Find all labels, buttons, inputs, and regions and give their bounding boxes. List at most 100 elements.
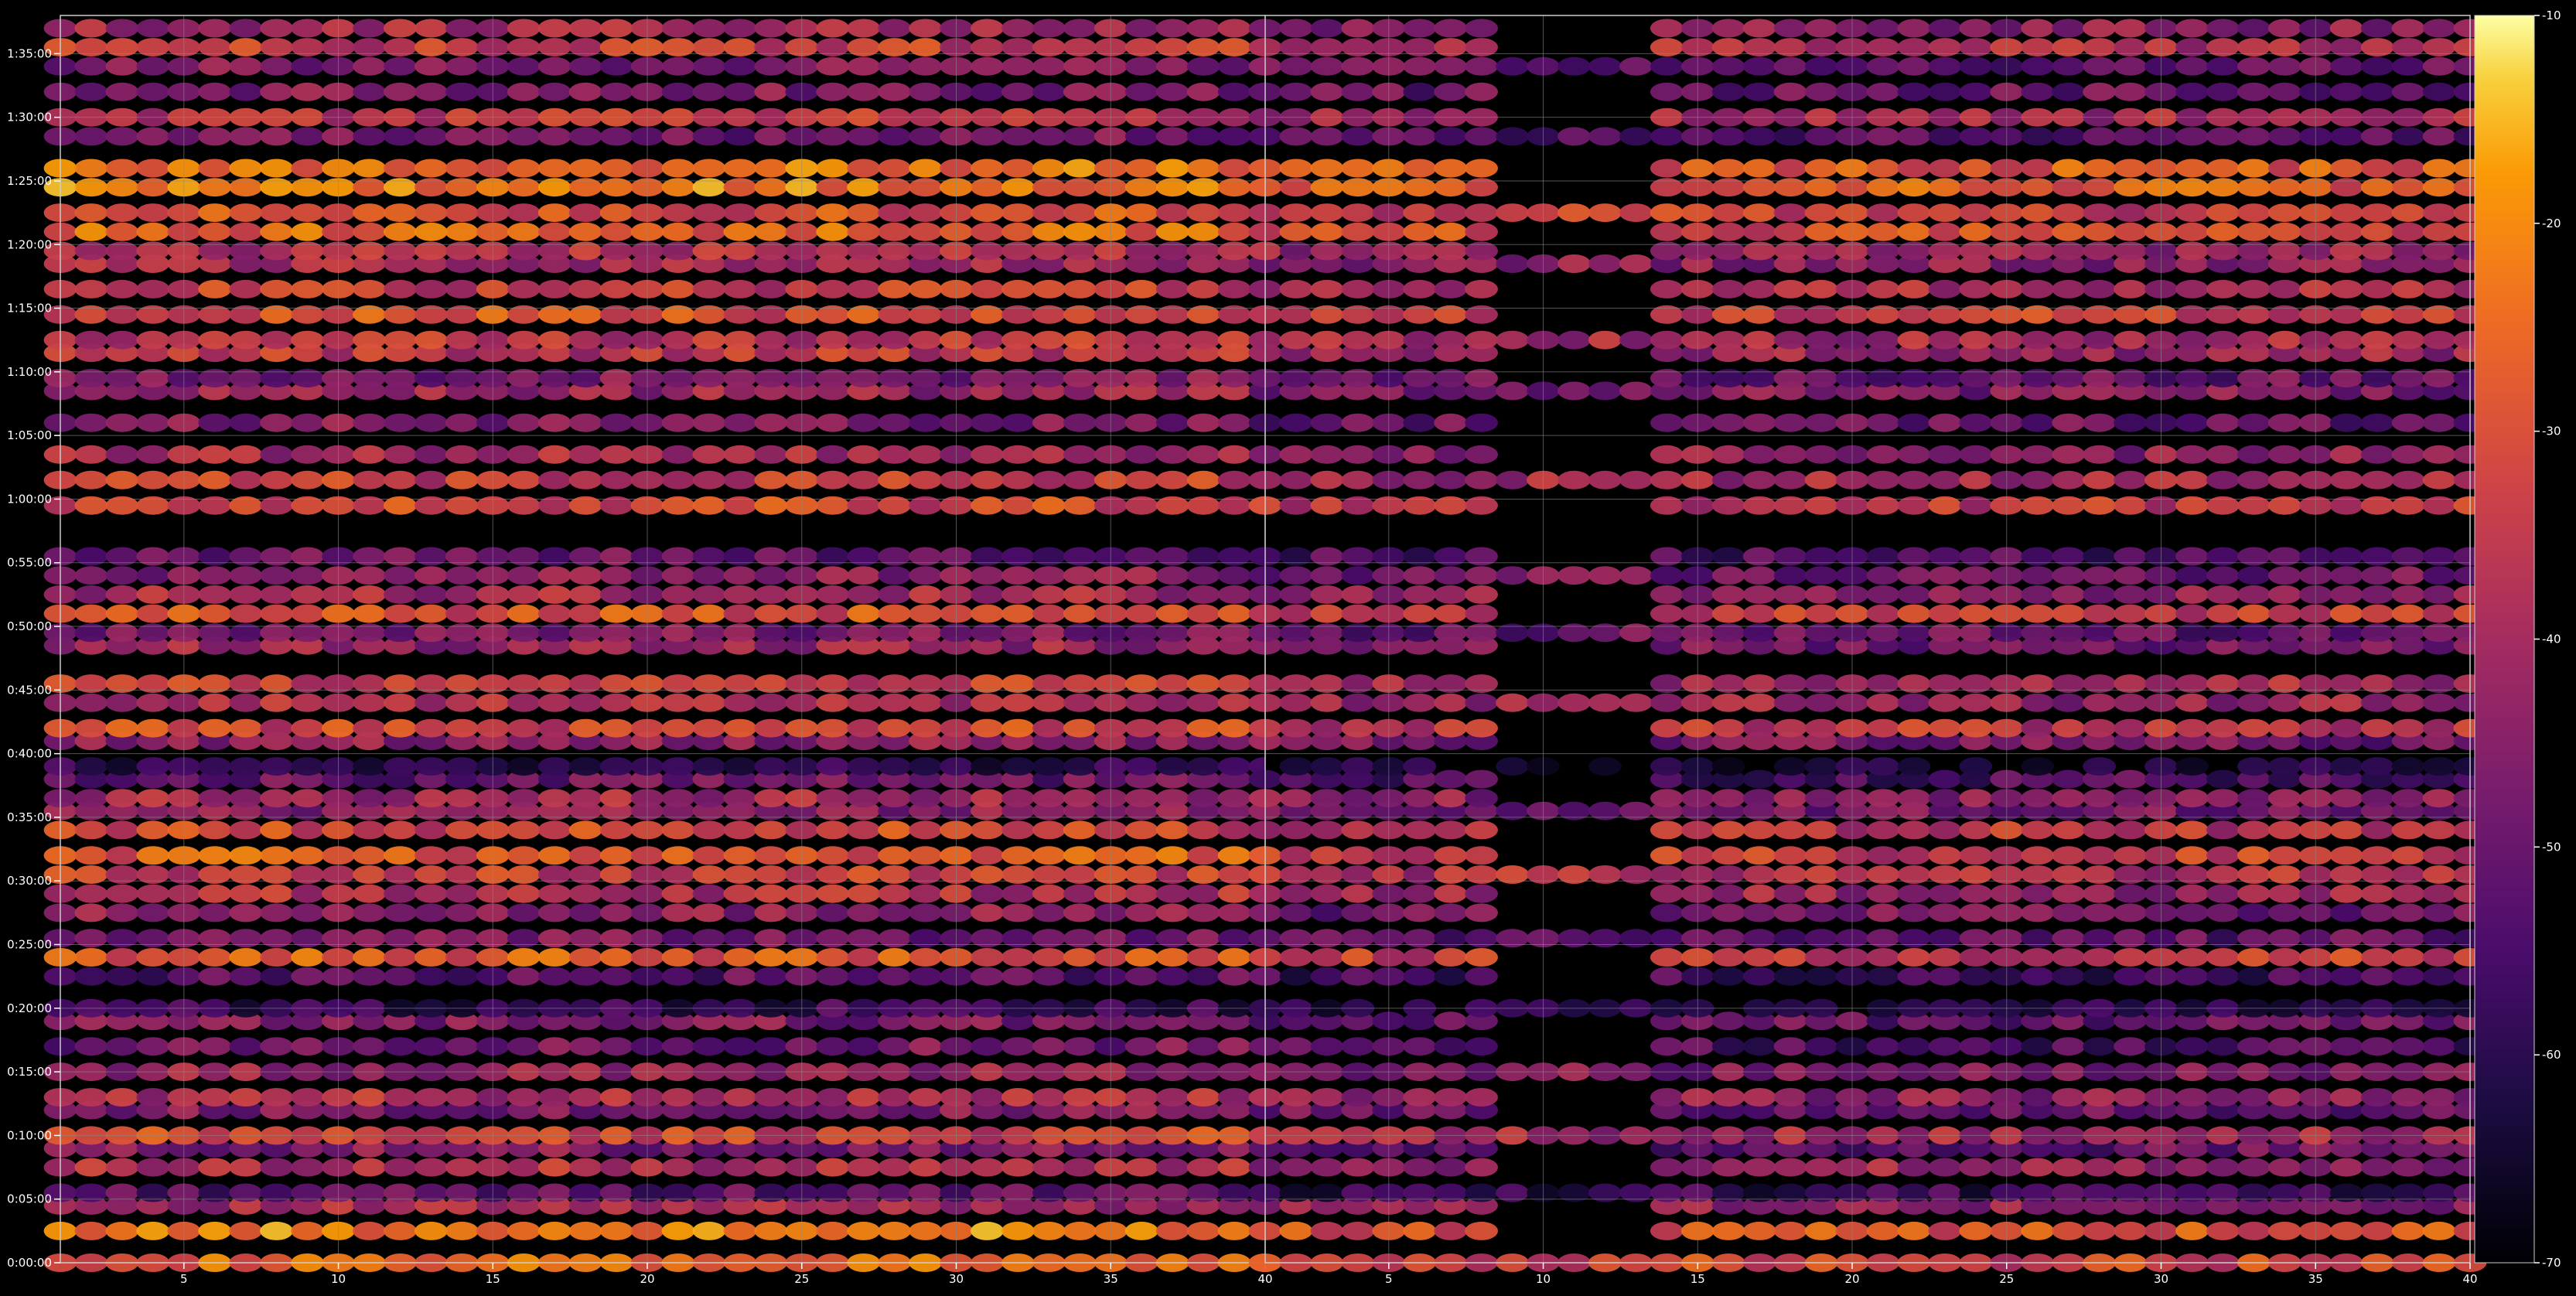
heatmap-cell xyxy=(2329,82,2363,101)
heatmap-cell xyxy=(1155,1088,1189,1107)
heatmap-cell xyxy=(2267,1037,2301,1056)
heatmap-cell xyxy=(1403,903,1437,923)
heatmap-cell xyxy=(2237,967,2271,986)
heatmap-cell xyxy=(692,967,726,986)
heatmap-cell xyxy=(599,884,633,903)
heatmap-cell xyxy=(2114,413,2148,432)
heatmap-cell xyxy=(1897,413,1931,432)
heatmap-cell xyxy=(1032,19,1066,38)
heatmap-cell xyxy=(909,948,942,967)
heatmap-cell xyxy=(1804,1158,1838,1177)
heatmap-cell xyxy=(537,884,571,903)
heatmap-cell xyxy=(2052,159,2086,178)
heatmap-cell xyxy=(1217,967,1251,986)
heatmap-cell xyxy=(445,1221,479,1240)
heatmap-cell xyxy=(847,19,881,38)
heatmap-cell xyxy=(1217,846,1251,865)
heatmap-cell xyxy=(754,566,788,585)
heatmap-cell xyxy=(1310,566,1344,585)
heatmap-cell xyxy=(1773,948,1807,967)
heatmap-cell xyxy=(353,967,386,986)
heatmap-cell xyxy=(2267,693,2301,712)
heatmap-cell xyxy=(1959,222,1993,241)
heatmap-cell xyxy=(2083,127,2117,146)
heatmap-cell xyxy=(2422,445,2456,464)
heatmap-cell xyxy=(74,222,108,241)
heatmap-cell xyxy=(2021,789,2055,808)
heatmap-cell xyxy=(2422,820,2456,840)
heatmap-cell xyxy=(445,693,479,712)
heatmap-cell xyxy=(1866,757,1900,776)
heatmap-cell xyxy=(2360,585,2394,604)
heatmap-cell xyxy=(136,585,170,604)
heatmap-cell xyxy=(291,948,324,967)
heatmap-cell xyxy=(816,718,850,738)
heatmap-cell xyxy=(1032,470,1066,489)
heatmap-cell xyxy=(1310,789,1344,808)
heatmap-cell xyxy=(2114,1158,2148,1177)
heatmap-cell xyxy=(1217,445,1251,464)
heatmap-cell xyxy=(1465,846,1498,865)
heatmap-cell xyxy=(537,903,571,923)
heatmap-cell xyxy=(661,1037,695,1056)
heatmap-cell xyxy=(1403,203,1437,223)
heatmap-cell xyxy=(537,846,571,865)
heatmap-cell xyxy=(878,604,911,623)
heatmap-cell xyxy=(1742,903,1776,923)
heatmap-cell xyxy=(661,718,695,738)
heatmap-cell xyxy=(723,718,757,738)
heatmap-cell xyxy=(353,948,386,967)
heatmap-cell xyxy=(2422,604,2456,623)
heatmap-cell xyxy=(1465,566,1498,585)
heatmap-cell xyxy=(816,279,850,298)
y-tick-label: 1:05:00 xyxy=(7,428,52,442)
heatmap-cell xyxy=(599,413,633,432)
heatmap-cell xyxy=(1897,159,1931,178)
heatmap-cell xyxy=(847,1088,881,1107)
heatmap-cell xyxy=(1124,203,1158,223)
heatmap-cell xyxy=(1279,203,1313,223)
heatmap-cell xyxy=(1959,718,1993,738)
heatmap-cell xyxy=(754,789,788,808)
heatmap-cell xyxy=(971,127,1004,146)
x-tick-label: 35 xyxy=(2308,1272,2323,1286)
heatmap-cell xyxy=(878,413,911,432)
heatmap-cell xyxy=(2021,585,2055,604)
heatmap-cell xyxy=(1032,967,1066,986)
heatmap-cell xyxy=(229,330,263,350)
heatmap-cell xyxy=(2021,159,2055,178)
heatmap-cell xyxy=(1063,948,1097,967)
heatmap-cell xyxy=(1897,1221,1931,1240)
heatmap-cell xyxy=(1063,820,1097,840)
heatmap-cell xyxy=(1866,967,1900,986)
heatmap-cell xyxy=(1434,718,1468,738)
heatmap-cell xyxy=(1124,1158,1158,1177)
heatmap-cell xyxy=(1866,82,1900,101)
heatmap-cell xyxy=(2360,159,2394,178)
heatmap-cell xyxy=(723,1037,757,1056)
heatmap-cell xyxy=(754,604,788,623)
heatmap-cell xyxy=(1558,566,1591,585)
heatmap-cell xyxy=(1804,127,1838,146)
heatmap-cell xyxy=(2360,789,2394,808)
heatmap-cell xyxy=(1619,203,1653,223)
heatmap-cell xyxy=(2267,203,2301,223)
heatmap-cell xyxy=(1650,884,1684,903)
heatmap-cell xyxy=(1063,718,1097,738)
heatmap-cell xyxy=(723,604,757,623)
chart-svg: 5 10 15 20 25 30 35 40 5 10 15 20 25 30 35 40 0:00:000… xyxy=(7,9,2561,1286)
heatmap-cell xyxy=(2391,1158,2425,1177)
heatmap-cell xyxy=(229,846,263,865)
heatmap-cell xyxy=(415,1037,448,1056)
heatmap-cell xyxy=(1155,585,1189,604)
heatmap-cell xyxy=(1310,56,1344,76)
heatmap-cell xyxy=(1866,1037,1900,1056)
heatmap-cell xyxy=(1558,127,1591,146)
heatmap-cell xyxy=(105,222,139,241)
heatmap-cell xyxy=(353,203,386,223)
heatmap-cell xyxy=(291,19,324,38)
heatmap-cell xyxy=(2021,470,2055,489)
heatmap-cell xyxy=(353,1088,386,1107)
heatmap-cell xyxy=(1032,820,1066,840)
heatmap-cell xyxy=(2329,846,2363,865)
